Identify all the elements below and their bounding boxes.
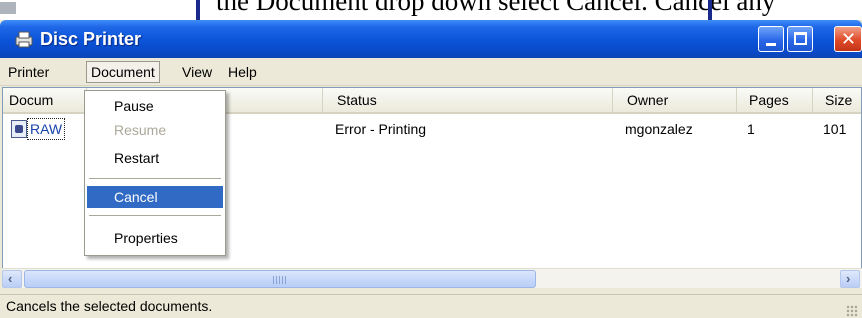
close-button[interactable]: ✕ [834,26,862,52]
menu-item-restart[interactable]: Restart [87,147,223,169]
text-cursor-mark [196,0,200,22]
minimize-icon [766,43,776,46]
maximize-button[interactable] [787,26,813,52]
column-header-pages[interactable]: Pages [737,88,813,112]
title-bar[interactable]: Disc Printer ✕ [0,20,862,58]
scroll-left-button[interactable]: ‹ [2,270,22,288]
scroll-left-icon: ‹ [8,271,13,286]
cell-pages: 1 [747,121,755,137]
close-icon: ✕ [841,29,857,49]
menu-printer[interactable]: Printer [4,61,53,83]
maximize-icon [794,32,807,45]
resize-grip[interactable] [846,305,858,317]
menu-item-cancel[interactable]: Cancel [87,186,223,208]
menu-bar: Printer Document View Help [0,58,862,86]
menu-separator [89,215,221,216]
column-header-owner[interactable]: Owner [613,88,737,112]
menu-item-resume: Resume [114,122,167,138]
menu-separator [89,178,221,179]
window-title: Disc Printer [40,29,142,49]
document-menu-dropdown: Pause Resume Restart Cancel Properties [84,90,226,256]
menu-item-properties[interactable]: Properties [87,227,223,249]
column-header-size[interactable]: Size [813,88,861,112]
status-text: Cancels the selected documents. [6,298,213,314]
document-icon [11,120,27,138]
scroll-grip [273,276,287,284]
scroll-right-button[interactable]: › [840,270,860,288]
menu-help[interactable]: Help [224,61,261,83]
cell-document[interactable]: RAW [27,118,66,140]
cell-size: 101 [823,121,847,137]
document-edge-mark [0,2,16,14]
status-bar: Cancels the selected documents. [0,294,862,318]
cell-owner: mgonzalez [625,121,693,137]
column-header-status[interactable]: Status [323,88,613,112]
horizontal-scrollbar[interactable]: ‹ › [2,268,862,288]
scroll-thumb[interactable] [24,270,536,288]
menu-item-pause[interactable]: Pause [87,95,223,117]
scroll-right-icon: › [846,271,851,286]
text-cursor-mark [708,0,712,22]
document-text-line: the Document drop down select Cancel. Ca… [216,0,776,16]
column-header-document[interactable]: Docum [3,88,87,112]
minimize-button[interactable] [758,26,784,52]
menu-view[interactable]: View [178,61,216,83]
printer-icon [15,31,33,48]
menu-document[interactable]: Document [86,61,160,83]
background-document-text: the Document drop down select Cancel. Ca… [0,0,862,22]
cell-status: Error - Printing [335,121,427,137]
